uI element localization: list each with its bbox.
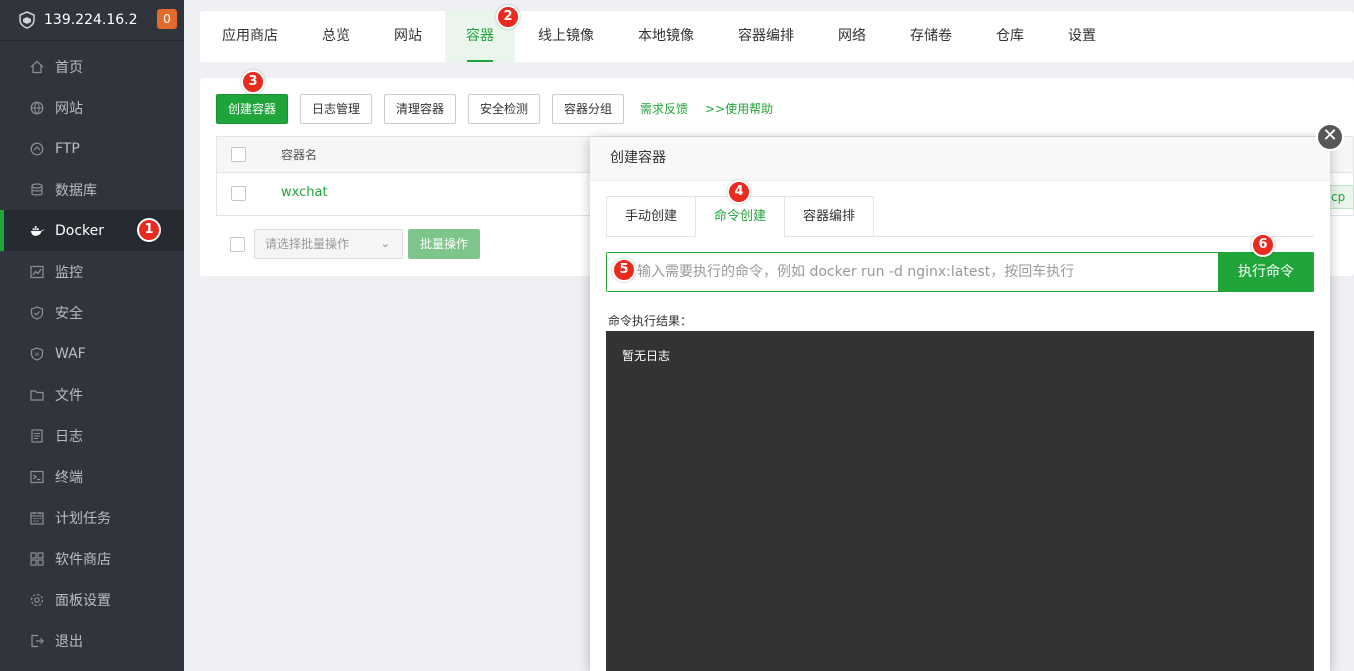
batch-select-placeholder: 请选择批量操作 bbox=[265, 237, 350, 251]
tab-online-images[interactable]: 线上镜像 bbox=[526, 11, 606, 62]
notification-badge[interactable]: 0 bbox=[157, 9, 177, 29]
sidebar-item-label: 首页 bbox=[55, 59, 83, 76]
sidebar-item-label: FTP bbox=[55, 140, 80, 157]
feedback-link[interactable]: 需求反馈 bbox=[640, 94, 688, 124]
port-tag-fragment: cp bbox=[1326, 185, 1354, 209]
create-container-dialog: 创建容器 手动创建 命令创建 容器编排 执行命令 命令执行结果： 暂无日志 bbox=[590, 137, 1330, 671]
step-marker: 6 bbox=[1251, 233, 1275, 257]
result-label: 命令执行结果： bbox=[608, 314, 693, 328]
apps-icon bbox=[30, 551, 44, 566]
batch-select-checkbox[interactable] bbox=[230, 237, 245, 252]
tab-volumes[interactable]: 存储卷 bbox=[898, 11, 964, 62]
sidebar-item-home[interactable]: 首页 bbox=[0, 46, 184, 87]
tab-registry[interactable]: 仓库 bbox=[980, 11, 1040, 62]
step-marker: 1 bbox=[137, 218, 161, 242]
sidebar-item-database[interactable]: 数据库 bbox=[0, 169, 184, 210]
row-checkbox[interactable] bbox=[231, 186, 246, 201]
calendar-icon bbox=[30, 511, 44, 525]
create-container-button[interactable]: 创建容器 bbox=[216, 94, 288, 124]
server-header: 139.224.16.2 0 bbox=[0, 0, 184, 41]
sidebar-item-label: 数据库 bbox=[55, 182, 97, 199]
top-tab-bar: 应用商店 总览 网站 容器 线上镜像 本地镜像 容器编排 网络 存储卷 仓库 设… bbox=[200, 11, 1354, 62]
sidebar-item-cron[interactable]: 计划任务 bbox=[0, 497, 184, 538]
sidebar-item-ftp[interactable]: FTP bbox=[0, 128, 184, 169]
step-marker: 2 bbox=[496, 5, 520, 29]
output-text: 暂无日志 bbox=[622, 349, 671, 363]
sidebar-item-label: Docker bbox=[55, 222, 105, 239]
container-name-link[interactable]: wxchat bbox=[281, 173, 328, 213]
sidebar-item-logs[interactable]: 日志 bbox=[0, 415, 184, 456]
sidebar-item-logout[interactable]: 退出 bbox=[0, 620, 184, 661]
tab-network[interactable]: 网络 bbox=[822, 11, 882, 62]
sidebar-item-label: 文件 bbox=[55, 387, 83, 404]
batch-action-select[interactable]: 请选择批量操作 ⌄ bbox=[254, 229, 403, 259]
tab-compose[interactable]: 容器编排 bbox=[726, 11, 806, 62]
step-marker: 3 bbox=[241, 70, 265, 94]
chevron-down-icon: ⌄ bbox=[380, 237, 390, 250]
docker-icon bbox=[30, 224, 44, 238]
logout-icon bbox=[30, 634, 44, 648]
panel-logo-icon bbox=[19, 11, 35, 29]
command-output: 暂无日志 bbox=[606, 331, 1314, 671]
home-icon bbox=[30, 60, 44, 74]
sidebar-item-label: 软件商店 bbox=[55, 551, 111, 568]
log-management-button[interactable]: 日志管理 bbox=[300, 94, 372, 124]
ftp-icon bbox=[30, 142, 44, 156]
tab-website[interactable]: 网站 bbox=[378, 11, 438, 62]
sidebar-item-website[interactable]: 网站 bbox=[0, 87, 184, 128]
globe-icon bbox=[30, 101, 44, 115]
select-all-checkbox[interactable] bbox=[231, 147, 246, 162]
dialog-title: 创建容器 bbox=[590, 137, 1330, 181]
sidebar-item-label: 监控 bbox=[55, 264, 83, 281]
close-icon[interactable]: ✕ bbox=[1316, 123, 1344, 151]
sidebar-item-label: WAF bbox=[55, 345, 86, 362]
tab-manual-create[interactable]: 手动创建 bbox=[606, 196, 696, 237]
container-group-button[interactable]: 容器分组 bbox=[552, 94, 624, 124]
sidebar-item-waf[interactable]: W WAF bbox=[0, 333, 184, 374]
sidebar-item-label: 日志 bbox=[55, 428, 83, 445]
security-check-button[interactable]: 安全检测 bbox=[468, 94, 540, 124]
column-header-name: 容器名 bbox=[281, 148, 318, 162]
sidebar-item-store[interactable]: 软件商店 bbox=[0, 538, 184, 579]
step-marker: 4 bbox=[727, 180, 751, 204]
command-input-group: 执行命令 bbox=[606, 252, 1314, 292]
sidebar-item-files[interactable]: 文件 bbox=[0, 374, 184, 415]
tab-app-store[interactable]: 应用商店 bbox=[210, 11, 290, 62]
svg-text:W: W bbox=[35, 352, 40, 358]
batch-action-button[interactable]: 批量操作 bbox=[408, 229, 480, 259]
sidebar: 139.224.16.2 0 首页 网站 FTP 数据库 Docker 监控 安… bbox=[0, 0, 184, 671]
folder-icon bbox=[30, 388, 44, 402]
sidebar-item-security[interactable]: 安全 bbox=[0, 292, 184, 333]
port-tag-text: cp bbox=[1331, 190, 1346, 204]
gear-icon bbox=[30, 593, 44, 607]
server-ip: 139.224.16.2 bbox=[44, 12, 138, 28]
sidebar-item-monitor[interactable]: 监控 bbox=[0, 251, 184, 292]
tab-settings[interactable]: 设置 bbox=[1052, 11, 1112, 62]
clean-containers-button[interactable]: 清理容器 bbox=[384, 94, 456, 124]
sidebar-item-label: 终端 bbox=[55, 469, 83, 486]
log-icon bbox=[30, 428, 44, 443]
tab-overview[interactable]: 总览 bbox=[306, 11, 366, 62]
sidebar-item-label: 计划任务 bbox=[55, 510, 111, 527]
sidebar-item-label: 网站 bbox=[55, 100, 83, 117]
sidebar-item-label: 安全 bbox=[55, 305, 83, 322]
waf-icon: W bbox=[30, 346, 44, 361]
help-link[interactable]: >>使用帮助 bbox=[705, 94, 773, 124]
run-command-button[interactable]: 执行命令 bbox=[1218, 252, 1314, 292]
tab-compose-create[interactable]: 容器编排 bbox=[784, 196, 874, 237]
tab-local-images[interactable]: 本地镜像 bbox=[626, 11, 706, 62]
sidebar-item-terminal[interactable]: 终端 bbox=[0, 456, 184, 497]
database-icon bbox=[30, 182, 44, 197]
step-marker: 5 bbox=[612, 258, 636, 282]
monitor-icon bbox=[30, 265, 44, 279]
sidebar-item-settings[interactable]: 面板设置 bbox=[0, 579, 184, 620]
shield-icon bbox=[30, 305, 44, 320]
sidebar-item-label: 退出 bbox=[55, 633, 83, 650]
terminal-icon bbox=[30, 470, 44, 484]
dialog-tabs: 手动创建 命令创建 容器编排 bbox=[606, 196, 1314, 237]
command-input[interactable] bbox=[607, 253, 1218, 291]
sidebar-item-label: 面板设置 bbox=[55, 592, 111, 609]
